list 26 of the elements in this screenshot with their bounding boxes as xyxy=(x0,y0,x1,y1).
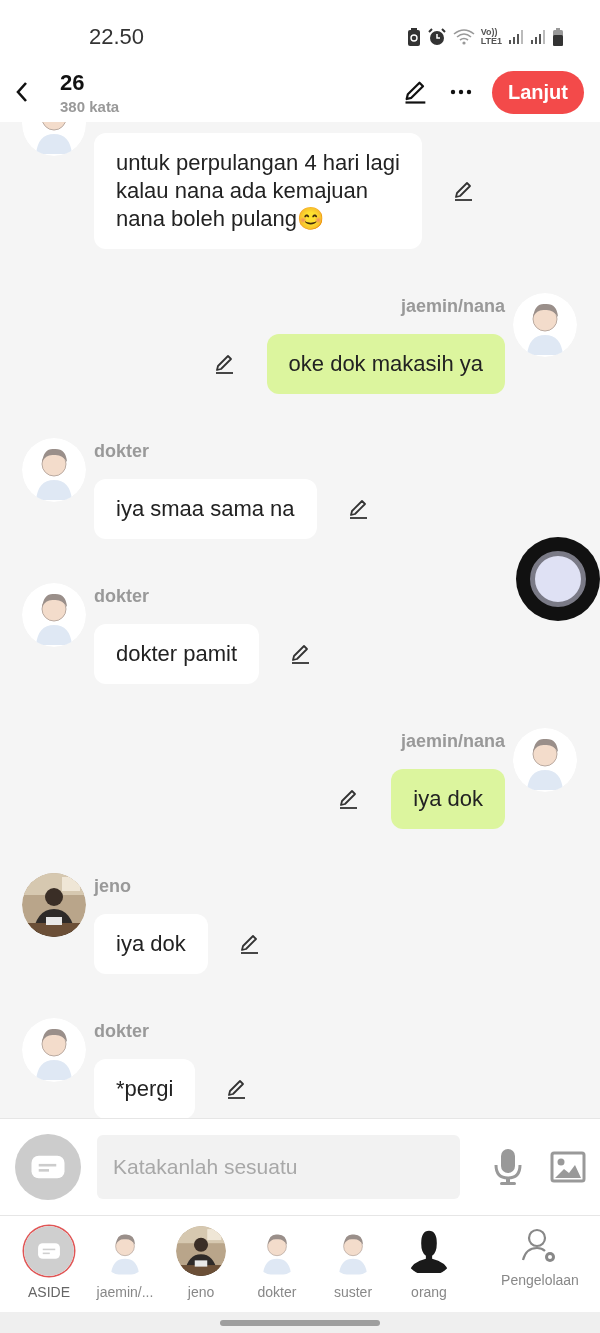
character-tab[interactable]: jeno xyxy=(163,1226,239,1300)
character-tab[interactable]: suster xyxy=(315,1226,391,1300)
message-bubble: untuk perpulangan 4 hari lagi kalau nana ada kemajuan nana boleh pulang😊 xyxy=(94,133,422,249)
message-bubble: *pergi xyxy=(94,1059,196,1118)
character-tab[interactable]: ASIDE xyxy=(11,1226,87,1300)
manage-button[interactable]: Pengelolaan xyxy=(492,1226,588,1288)
speaker-name: dokter xyxy=(94,440,150,463)
character-tab[interactable]: jaemin/... xyxy=(87,1226,163,1300)
message-bubble: dokter pamit xyxy=(94,624,260,684)
next-button[interactable]: Lanjut xyxy=(492,70,584,114)
chapter-title: 26 xyxy=(60,69,86,96)
network-label: Vo)) LTE1 xyxy=(480,28,502,46)
message-bubble: iya smaa sama na xyxy=(94,479,317,539)
status-time: 22.50 xyxy=(89,24,145,50)
character-tab[interactable]: orang xyxy=(391,1226,467,1300)
word-count: 380 kata xyxy=(60,97,121,115)
speaker-name: jeno xyxy=(94,875,132,898)
speaker-name: dokter xyxy=(94,1020,150,1043)
message-field[interactable]: Katakanlah sesuatu xyxy=(97,1135,460,1199)
message-bubble: oke dok makasih ya xyxy=(266,334,505,394)
message-bubble: iya dok xyxy=(94,914,208,974)
message-bubble: iya dok xyxy=(391,769,505,829)
character-tab[interactable]: dokter xyxy=(239,1226,315,1300)
speaker-name: jaemin/nana xyxy=(400,295,505,318)
speaker-name: jaemin/nana xyxy=(400,730,505,753)
speaker-name: dokter xyxy=(94,585,150,608)
